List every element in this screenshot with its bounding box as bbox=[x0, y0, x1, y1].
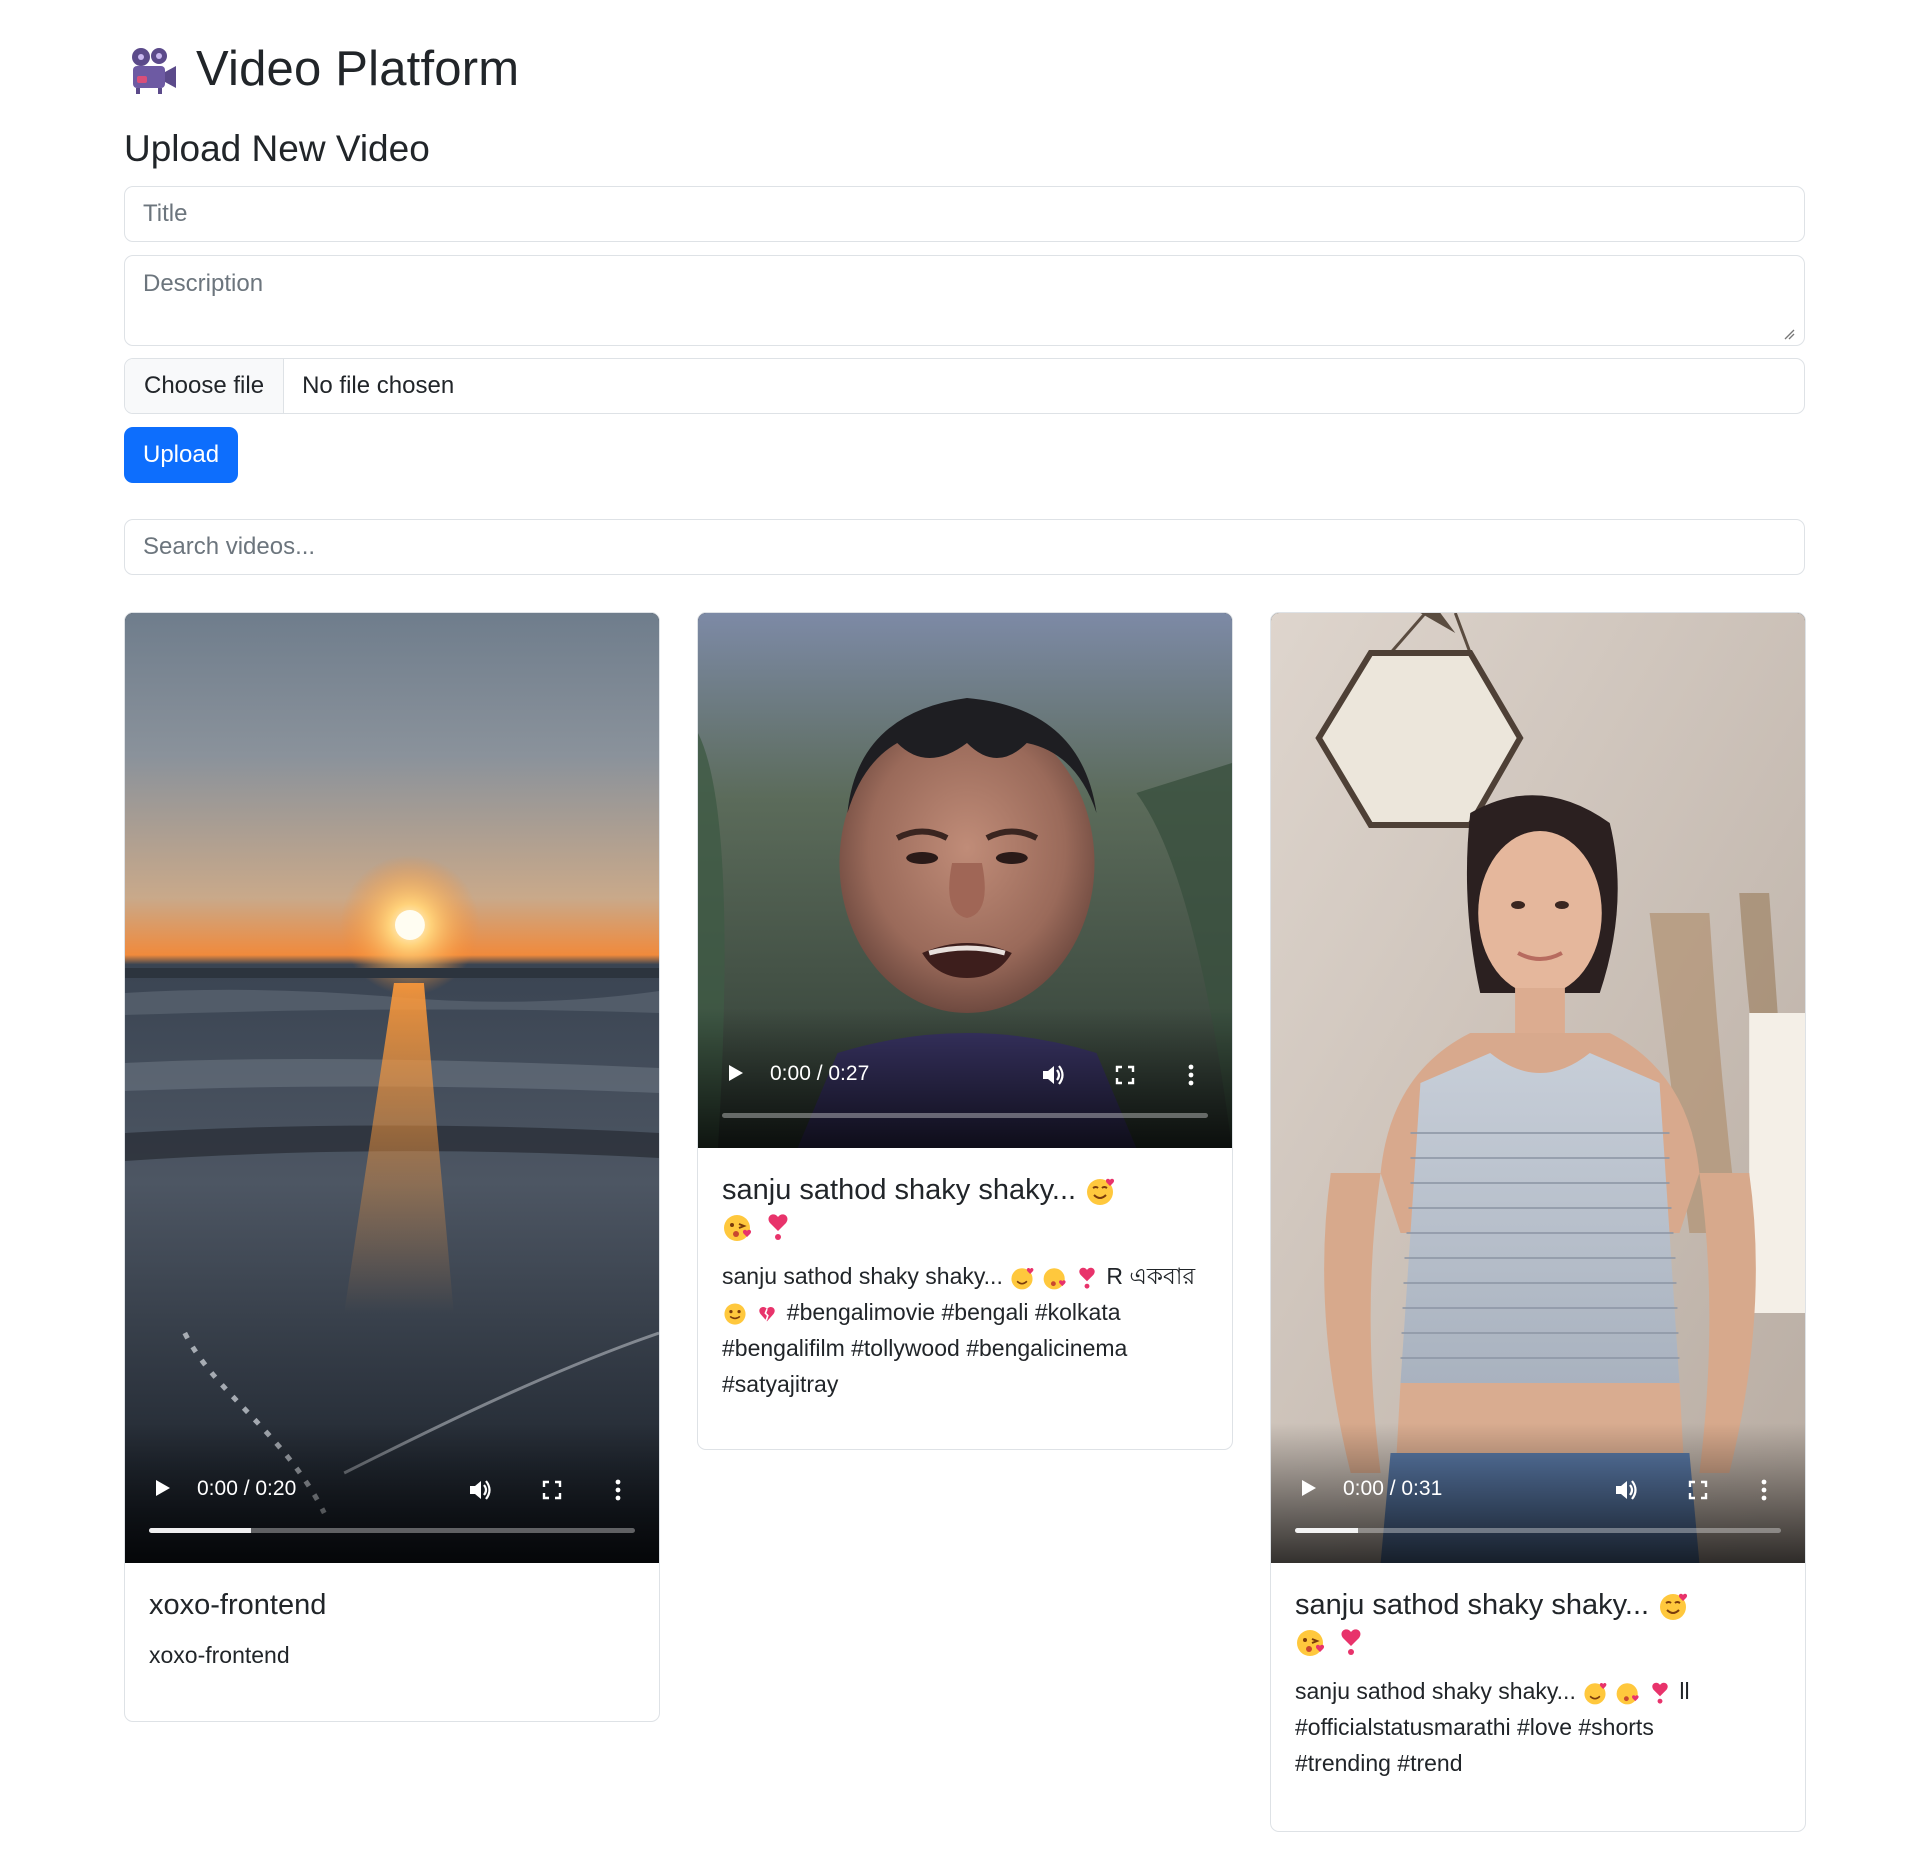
description-line-3: #bengalifilm #tollywood #bengalicinema bbox=[722, 1335, 1128, 1361]
fullscreen-icon[interactable] bbox=[1683, 1475, 1713, 1505]
video-time: 0:00 / 0:27 bbox=[770, 1062, 870, 1085]
face-blowing-kiss-emoji bbox=[1297, 1630, 1325, 1657]
more-options-icon[interactable] bbox=[1176, 1060, 1206, 1090]
face-blowing-kiss-emoji bbox=[1616, 1683, 1639, 1705]
description-line-1-tail: ll bbox=[1679, 1678, 1690, 1704]
video-player[interactable]: 0:00 / 0:20 bbox=[125, 613, 659, 1563]
more-options-icon[interactable] bbox=[1749, 1475, 1779, 1505]
play-icon[interactable] bbox=[1293, 1473, 1323, 1503]
play-icon[interactable] bbox=[147, 1473, 177, 1503]
card-body: sanju sathod shaky shaky... sanju sathod… bbox=[698, 1148, 1232, 1402]
video-title: sanju sathod shaky shaky... bbox=[1295, 1587, 1781, 1659]
progress-bar[interactable] bbox=[722, 1113, 1208, 1118]
video-time: 0:00 / 0:31 bbox=[1343, 1477, 1443, 1500]
volume-icon[interactable] bbox=[1038, 1060, 1068, 1090]
video-card: 0:00 / 0:27 sanju sathod shaky shaky... … bbox=[697, 612, 1233, 1450]
heart-exclamation-emoji bbox=[768, 1214, 788, 1241]
upload-button[interactable]: Upload bbox=[124, 427, 239, 483]
video-controls: 0:00 / 0:20 bbox=[125, 1443, 659, 1563]
video-description: sanju sathod shaky shaky... ll #official… bbox=[1295, 1673, 1781, 1781]
video-controls: 0:00 / 0:31 bbox=[1271, 1443, 1805, 1563]
choose-file-button[interactable]: Choose file bbox=[125, 359, 285, 413]
more-options-icon[interactable] bbox=[603, 1475, 633, 1505]
smiling-face-with-hearts-emoji bbox=[1011, 1267, 1034, 1290]
heart-exclamation-emoji bbox=[1341, 1629, 1361, 1656]
video-controls: 0:00 / 0:27 bbox=[698, 1028, 1232, 1148]
volume-icon[interactable] bbox=[1611, 1475, 1641, 1505]
smiling-face-with-hearts-emoji bbox=[1660, 1594, 1688, 1621]
app-title: Video Platform bbox=[196, 42, 520, 96]
video-title-text: sanju sathod shaky shaky... bbox=[722, 1174, 1077, 1206]
app-header: Video Platform bbox=[124, 34, 519, 104]
video-card: 0:00 / 0:20 xoxo-frontend xoxo-frontend bbox=[124, 612, 660, 1722]
video-player[interactable]: 0:00 / 0:31 bbox=[1271, 613, 1805, 1563]
video-title: xoxo-frontend bbox=[149, 1589, 327, 1621]
video-thumbnail-woman bbox=[1271, 613, 1805, 1563]
card-body: sanju sathod shaky shaky... sanju sathod… bbox=[1271, 1563, 1805, 1781]
heart-exclamation-emoji bbox=[1079, 1267, 1095, 1289]
description-wrapper bbox=[124, 255, 1805, 346]
video-thumbnail-sunset bbox=[125, 613, 659, 1563]
video-description: xoxo-frontend bbox=[149, 1642, 290, 1668]
description-line-1-tail: R একবার bbox=[1106, 1263, 1196, 1289]
progress-fill bbox=[149, 1528, 252, 1533]
description-line-1: sanju sathod shaky shaky... bbox=[1295, 1678, 1576, 1704]
video-title: sanju sathod shaky shaky... bbox=[722, 1172, 1208, 1244]
description-line-3: #trending #trend bbox=[1295, 1750, 1463, 1776]
smiling-face-with-hearts-emoji bbox=[1584, 1682, 1607, 1705]
progress-bar[interactable] bbox=[1295, 1528, 1781, 1533]
film-projector-icon bbox=[132, 48, 176, 94]
video-title-text: sanju sathod shaky shaky... bbox=[1295, 1589, 1650, 1621]
resize-grip-icon[interactable] bbox=[1783, 328, 1795, 340]
play-icon[interactable] bbox=[720, 1058, 750, 1088]
file-status-text: No file chosen bbox=[302, 372, 455, 399]
description-textarea[interactable] bbox=[124, 255, 1805, 346]
video-player[interactable]: 0:00 / 0:27 bbox=[698, 613, 1232, 1148]
video-time: 0:00 / 0:20 bbox=[197, 1477, 297, 1500]
broken-heart-emoji bbox=[759, 1306, 776, 1322]
video-card: 0:00 / 0:31 sanju sathod shaky shaky... … bbox=[1270, 612, 1806, 1832]
fullscreen-icon[interactable] bbox=[1110, 1060, 1140, 1090]
description-line-2: #bengalimovie #bengali #kolkata bbox=[786, 1299, 1121, 1325]
card-body: xoxo-frontend xoxo-frontend bbox=[125, 1563, 659, 1673]
file-input[interactable]: Choose file No file chosen bbox=[124, 358, 1805, 414]
description-line-2: #officialstatusmarathi #love #shorts bbox=[1295, 1714, 1654, 1740]
heart-exclamation-emoji bbox=[1652, 1682, 1668, 1704]
upload-heading: Upload New Video bbox=[124, 128, 430, 169]
search-input[interactable] bbox=[124, 519, 1805, 575]
title-input[interactable] bbox=[124, 186, 1805, 242]
progress-bar[interactable] bbox=[149, 1528, 635, 1533]
video-description: sanju sathod shaky shaky... R একবার #ben… bbox=[722, 1258, 1208, 1402]
smiling-face-with-hearts-emoji bbox=[1087, 1179, 1115, 1206]
face-blowing-kiss-emoji bbox=[1043, 1268, 1066, 1290]
description-line-4: #satyajitray bbox=[722, 1371, 839, 1397]
description-line-1: sanju sathod shaky shaky... bbox=[722, 1263, 1003, 1289]
slightly-smiling-face-emoji bbox=[724, 1303, 746, 1325]
face-blowing-kiss-emoji bbox=[724, 1215, 752, 1242]
fullscreen-icon[interactable] bbox=[537, 1475, 567, 1505]
volume-icon[interactable] bbox=[465, 1475, 495, 1505]
progress-fill bbox=[1295, 1528, 1359, 1533]
